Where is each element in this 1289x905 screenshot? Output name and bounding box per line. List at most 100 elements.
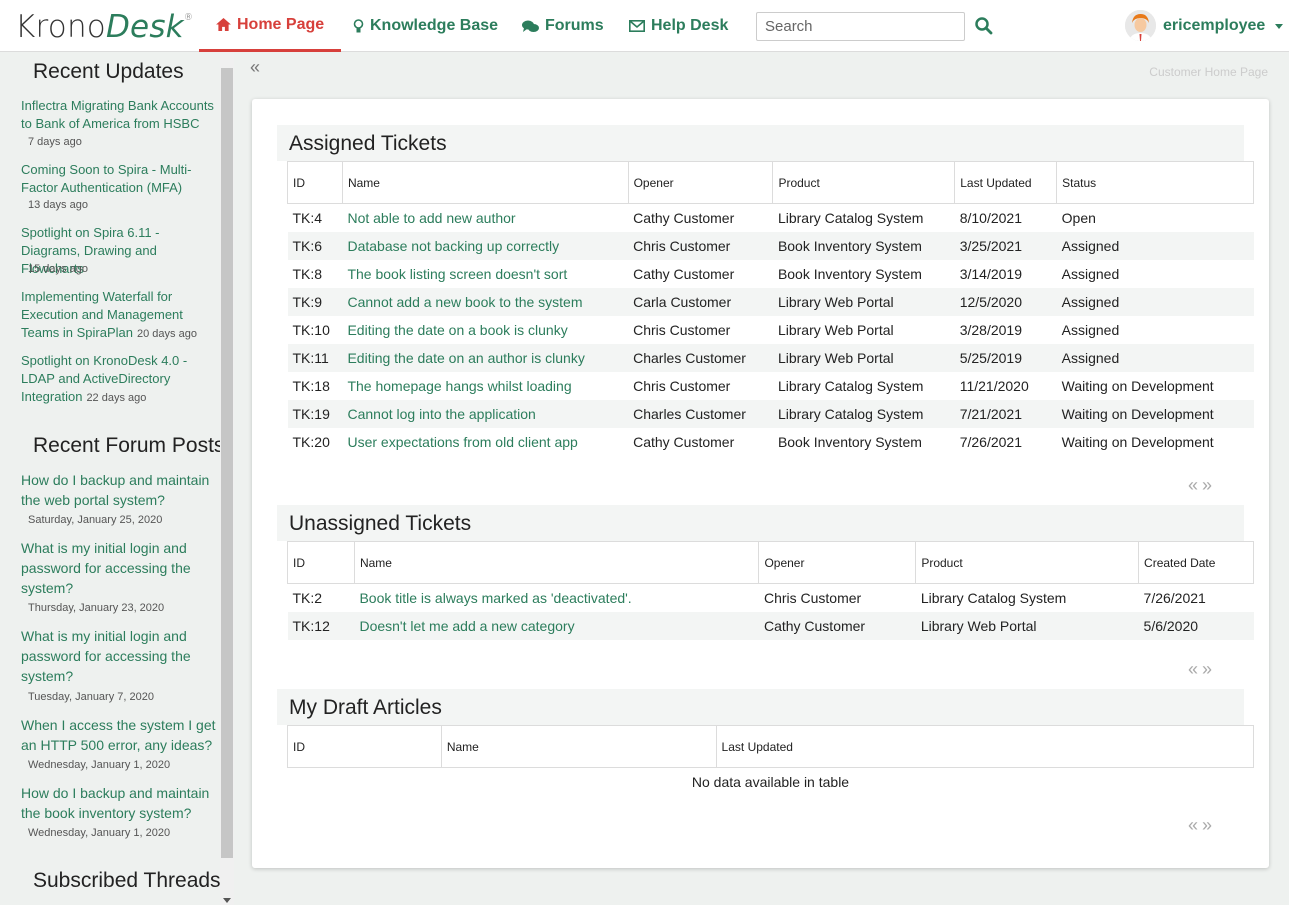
ticket-link[interactable]: Cannot log into the application	[347, 406, 535, 422]
subscribed-threads-title: Subscribed Threads	[33, 869, 221, 892]
table-row[interactable]: TK:6 Database not backing up correctly Chr…	[287, 231, 1254, 260]
column-header[interactable]: Last Updated	[954, 161, 1058, 204]
table-row[interactable]: TK:12 Doesn't let me add a new category Ca…	[287, 611, 1254, 640]
recent-update-link[interactable]: Inflectra Migrating Bank Accounts to Ban…	[21, 97, 219, 133]
table-cell-opener: Chris Customer	[628, 231, 773, 260]
ticket-link[interactable]: Editing the date on a book is clunky	[347, 322, 567, 338]
column-header[interactable]: Created Date	[1138, 541, 1254, 584]
column-header[interactable]: Product	[915, 541, 1140, 584]
table-row[interactable]: TK:19 Cannot log into the application Char…	[287, 399, 1254, 428]
forum-post-link[interactable]: How do I backup and maintain the book in…	[21, 783, 219, 823]
unassigned-tickets-title: Unassigned Tickets	[277, 505, 1244, 541]
table-header-row: ID Name Opener Product Created Date	[287, 541, 1254, 584]
forum-post-date: Wednesday, January 1, 2020	[28, 759, 171, 771]
nav-label: Home Page	[237, 15, 325, 33]
column-header[interactable]: ID	[287, 725, 442, 768]
ticket-link[interactable]: Doesn't let me add a new category	[359, 618, 574, 634]
table-cell-product: Book Inventory System	[777, 265, 922, 282]
user-name[interactable]: ericemployee	[1163, 17, 1265, 35]
sidebar-scroll-thumb[interactable]	[221, 68, 233, 858]
table-cell-opener: Chris Customer	[633, 377, 731, 394]
column-header[interactable]: Name	[341, 161, 629, 204]
logo[interactable]: KronoDesk®	[15, 9, 193, 45]
prev-page-button[interactable]: «	[1188, 815, 1202, 835]
table-cell-last-updated: 5/25/2019	[954, 343, 1057, 372]
table-cell-product: Book Inventory System	[777, 433, 922, 450]
forum-post-link[interactable]: What is my initial login and password fo…	[21, 626, 219, 686]
recent-update-link[interactable]: Spotlight on KronoDesk 4.0 - LDAP and Ac…	[21, 352, 219, 407]
envelope-icon	[629, 20, 645, 32]
ticket-link[interactable]: Cannot add a new book to the system	[347, 294, 582, 310]
table-cell-id: TK:19	[287, 399, 343, 428]
table-row[interactable]: TK:2 Book title is always marked as 'deac…	[288, 584, 1254, 612]
table-row[interactable]: TK:9 Cannot add a new book to the system C…	[287, 287, 1254, 316]
table-row[interactable]: TK:20 User expectations from old client a…	[288, 428, 1254, 456]
column-header[interactable]: Product	[772, 161, 956, 204]
next-page-button[interactable]: »	[1202, 815, 1216, 835]
next-page-button[interactable]: »	[1202, 475, 1216, 495]
column-header[interactable]: Opener	[627, 161, 774, 204]
recent-update-age: 20 days ago	[137, 328, 197, 340]
ticket-link[interactable]: Not able to add new author	[347, 210, 515, 226]
table-row[interactable]: TK:4 Not able to add new author Cathy Cust…	[288, 204, 1254, 232]
ticket-link[interactable]: User expectations from old client app	[347, 434, 577, 450]
nav-help-desk[interactable]: Help Desk	[629, 0, 728, 52]
recent-update-age: 22 days ago	[86, 392, 147, 404]
column-header[interactable]: Name	[440, 725, 717, 768]
nav-forums[interactable]: Forums	[522, 0, 604, 52]
user-avatar-icon	[1125, 10, 1156, 41]
table-cell-product: Library Catalog System	[772, 399, 955, 428]
table-cell-name: Cannot add a new book to the system	[342, 287, 629, 316]
table-cell-name: Database not backing up correctly	[342, 231, 629, 260]
forum-post-link[interactable]: What is my initial login and password fo…	[21, 538, 219, 598]
next-page-button[interactable]: »	[1202, 659, 1216, 679]
search-icon[interactable]	[974, 16, 994, 36]
table-cell-id: TK:20	[292, 433, 330, 450]
table-cell-product: Library Web Portal	[915, 611, 1139, 640]
ticket-link[interactable]: Book title is always marked as 'deactiva…	[359, 590, 631, 606]
prev-page-button[interactable]: «	[1188, 475, 1202, 495]
recent-update-link[interactable]: Implementing Waterfall for Execution and…	[21, 288, 219, 343]
recent-update-link[interactable]: Coming Soon to Spira - Multi-Factor Auth…	[21, 161, 219, 197]
column-header[interactable]: Last Updated	[715, 725, 1255, 768]
table-cell-product: Book Inventory System	[772, 231, 955, 260]
table-cell-opener: Cathy Customer	[758, 611, 916, 640]
table-row[interactable]: TK:11 Editing the date on an author is cl…	[287, 343, 1254, 372]
prev-page-button[interactable]: «	[1188, 659, 1202, 679]
lightbulb-icon	[353, 18, 364, 32]
ticket-link[interactable]: The homepage hangs whilst loading	[347, 378, 571, 394]
column-header[interactable]: ID	[287, 541, 355, 584]
avatar[interactable]	[1125, 10, 1156, 41]
table-cell-status: Assigned	[1056, 287, 1254, 316]
nav-knowledge-base[interactable]: Knowledge Base	[353, 0, 498, 52]
table-row[interactable]: TK:10 Editing the date on a book is clunk…	[288, 316, 1254, 344]
collapse-sidebar-button[interactable]: «	[250, 57, 260, 78]
breadcrumb[interactable]: Customer Home Page	[1149, 65, 1268, 79]
forum-post-link[interactable]: How do I backup and maintain the web por…	[21, 470, 219, 510]
column-header[interactable]: ID	[287, 161, 343, 204]
column-header[interactable]: Opener	[758, 541, 917, 584]
table-cell-last-updated: 7/26/2021	[959, 433, 1023, 450]
table-cell-product: Library Web Portal	[772, 343, 955, 372]
table-row[interactable]: TK:8 The book listing screen doesn't sort…	[288, 260, 1254, 288]
nav-label: Help Desk	[651, 17, 729, 34]
ticket-link[interactable]: The book listing screen doesn't sort	[347, 266, 567, 282]
nav-home-page[interactable]: Home Page	[199, 0, 342, 52]
unassigned-tickets-table: ID Name Opener Product Created Date TK:2…	[287, 541, 1254, 640]
column-header[interactable]: Name	[353, 541, 760, 584]
table-cell-opener: Cathy Customer	[633, 433, 735, 450]
recent-update-age: 7 days ago	[28, 136, 82, 148]
table-cell-id: TK:18	[292, 377, 330, 394]
scroll-down-arrow-icon[interactable]	[223, 898, 231, 903]
table-cell-product: Library Catalog System	[777, 377, 924, 394]
table-cell-status: Waiting on Development	[1061, 433, 1214, 450]
table-row[interactable]: TK:18 The homepage hangs whilst loading Ch…	[288, 372, 1254, 400]
user-menu-caret-icon[interactable]	[1275, 24, 1283, 29]
ticket-link[interactable]: Database not backing up correctly	[347, 238, 559, 254]
table-cell-status: Assigned	[1061, 321, 1120, 338]
ticket-link[interactable]: Editing the date on an author is clunky	[347, 350, 584, 366]
column-header[interactable]: Status	[1056, 161, 1254, 204]
forum-post-link[interactable]: When I access the system I get an HTTP 5…	[21, 715, 219, 755]
search-input[interactable]	[756, 12, 965, 41]
table-cell-last-updated: 8/10/2021	[959, 209, 1023, 226]
